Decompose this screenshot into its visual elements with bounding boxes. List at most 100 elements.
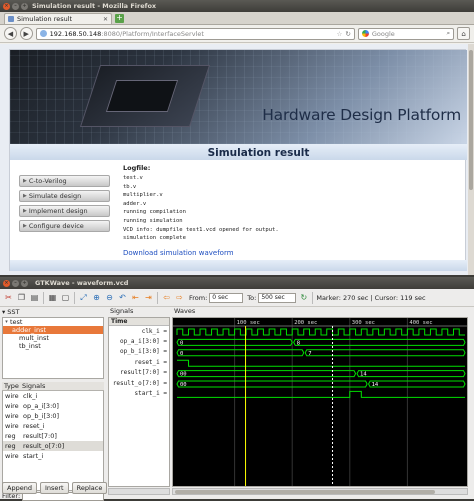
- log-line: running compilation: [123, 209, 186, 216]
- waveform-svg[interactable]: 100 sec 200 sec 300 sec 400 sec 0 8 0 7 00 14 00 14: [173, 318, 468, 487]
- signal-row-reset[interactable]: reset_i =: [109, 357, 169, 367]
- waveform-canvas[interactable]: 100 sec 200 sec 300 sec 400 sec 0 8 0 7 00 14 00 14: [172, 317, 468, 487]
- signal-names-box: Time clk_i = op_a_i[3:0] = op_b_i[3:0] =…: [108, 317, 170, 487]
- search-icon[interactable]: ⌕: [447, 29, 451, 38]
- home-button[interactable]: ⌂: [457, 27, 470, 40]
- list-item[interactable]: wire op_b_i[3:0]: [3, 411, 103, 421]
- cut-icon[interactable]: ✂: [3, 292, 14, 303]
- signals-hscrollbar[interactable]: [108, 488, 170, 495]
- firefox-window: × – + Simulation result - Mozilla Firefo…: [0, 0, 474, 275]
- waves-hscrollbar[interactable]: [172, 488, 468, 495]
- page-scrollbar[interactable]: [468, 44, 474, 275]
- to-input[interactable]: 500 sec: [258, 292, 297, 303]
- zoom-out-icon[interactable]: ⊖: [104, 292, 115, 303]
- tree-item-label: test: [10, 318, 23, 326]
- tab-close-icon[interactable]: ✕: [103, 16, 108, 23]
- page-left-icon[interactable]: ⇦: [161, 292, 172, 303]
- list-item[interactable]: reg result[7:0]: [3, 431, 103, 441]
- chip-graphic: [79, 65, 211, 127]
- tree-item-tb-inst[interactable]: tb_inst: [3, 342, 103, 350]
- signal-name: reset_i: [23, 422, 45, 430]
- log-line: running simulation: [123, 217, 183, 224]
- list-item[interactable]: wire op_a_i[3:0]: [3, 401, 103, 411]
- result-bus-segment: [356, 370, 466, 378]
- tab-simulation-result[interactable]: Simulation result ✕: [4, 13, 112, 24]
- tree-item-adder-inst[interactable]: adder_inst: [3, 326, 103, 334]
- tree-item-label: tb_inst: [19, 342, 41, 350]
- from-input[interactable]: 0 sec: [209, 292, 244, 303]
- insert-button[interactable]: Insert: [39, 482, 69, 494]
- page-right-icon[interactable]: ⇨: [174, 292, 185, 303]
- close-window-button[interactable]: ×: [3, 2, 10, 10]
- search-bar[interactable]: Google ⌕: [357, 27, 455, 40]
- zoom-in-icon[interactable]: ⊕: [91, 292, 102, 303]
- sst-header[interactable]: ▾ SST: [2, 307, 104, 316]
- list-item[interactable]: wire start_i: [3, 451, 103, 461]
- signal-row-start[interactable]: start_i =: [109, 388, 169, 398]
- tree-item-test[interactable]: ▾ test: [3, 318, 103, 326]
- page-icon: [8, 16, 14, 22]
- signal-row-op-a[interactable]: op_a_i[3:0] =: [109, 336, 169, 346]
- minimize-window-button[interactable]: –: [12, 2, 19, 10]
- banner-title: Hardware Design Platform: [262, 106, 461, 124]
- footer-bar: [10, 260, 467, 271]
- zoom-left-icon[interactable]: ⇤: [130, 292, 141, 303]
- new-tab-button[interactable]: +: [115, 14, 124, 23]
- download-waveform-link[interactable]: Download simulation waveform: [123, 249, 453, 257]
- zoom-undo-icon[interactable]: ↶: [117, 292, 128, 303]
- expander-icon[interactable]: ▾: [3, 319, 10, 325]
- sst-label: SST: [7, 307, 20, 316]
- paste-icon[interactable]: ▤: [29, 292, 40, 303]
- maximize-window-button[interactable]: +: [21, 2, 28, 10]
- close-window-button[interactable]: ×: [3, 279, 10, 287]
- window-controls: × – +: [3, 279, 28, 287]
- cursor-readout: Cursor: 119 sec: [374, 293, 426, 302]
- page-container: Hardware Design Platform Simulation resu…: [9, 49, 467, 271]
- signal-name: start_i: [23, 452, 44, 460]
- op-b-bus-value-label: 0: [180, 351, 183, 357]
- signal-row-result-o[interactable]: result_o[7:0] =: [109, 378, 169, 388]
- signal-name: clk_i: [23, 392, 38, 400]
- zoom-right-icon[interactable]: ⇥: [143, 292, 154, 303]
- maximize-window-button[interactable]: +: [21, 279, 28, 287]
- clk-wave: [176, 328, 465, 336]
- menu-item-c-to-verilog[interactable]: ▶ C-to-Verilog: [19, 175, 110, 187]
- list-item[interactable]: wire clk_i: [3, 391, 103, 401]
- sst-pane: ▾ SST ▾ test adder_inst mult_inst tb_inst …: [2, 307, 104, 501]
- list-item[interactable]: reg result_o[7:0]: [3, 441, 103, 451]
- log-line: test.v: [123, 175, 143, 181]
- menu-item-simulate-design[interactable]: ▶ Simulate design: [19, 190, 110, 202]
- firefox-window-title: Simulation result - Mozilla Firefox: [32, 2, 157, 10]
- forward-button[interactable]: ▶: [19, 27, 33, 40]
- from-label: From:: [189, 293, 208, 302]
- replace-button[interactable]: Replace: [71, 482, 108, 494]
- scrollbar-thumb[interactable]: [469, 50, 473, 190]
- select-all-icon[interactable]: ▦: [47, 292, 58, 303]
- minimize-window-button[interactable]: –: [12, 279, 19, 287]
- tree-item-mult-inst[interactable]: mult_inst: [3, 334, 103, 342]
- separator: [43, 291, 44, 304]
- tab-label: Simulation result: [17, 15, 73, 23]
- menu-item-implement-design[interactable]: ▶ Implement design: [19, 205, 110, 217]
- back-button[interactable]: ◀: [4, 27, 17, 40]
- select-none-icon[interactable]: ▢: [60, 292, 71, 303]
- append-button[interactable]: Append: [2, 482, 37, 494]
- zoom-fit-icon[interactable]: ⤢: [78, 292, 89, 303]
- type-column-header[interactable]: Type: [2, 382, 22, 390]
- url-bar[interactable]: 192.168.50.148:8080/Platform/InterfaceSe…: [35, 27, 355, 40]
- op-a-bus-value-label: 0: [180, 340, 183, 346]
- signal-row-clk[interactable]: clk_i =: [109, 326, 169, 336]
- reload-icon[interactable]: ↻: [298, 292, 309, 303]
- signal-row-result[interactable]: result[7:0] =: [109, 368, 169, 378]
- result-o-bus-segment: [368, 380, 466, 388]
- menu-item-configure-device[interactable]: ▶ Configure device: [19, 220, 110, 232]
- bookmark-star-icon[interactable]: ☆: [337, 30, 343, 38]
- list-item[interactable]: wire reset_i: [3, 421, 103, 431]
- log-line: VCD info: dumpfile test1.vcd opened for …: [123, 226, 279, 233]
- signal-row-op-b[interactable]: op_b_i[3:0] =: [109, 347, 169, 357]
- search-placeholder: Google: [371, 29, 395, 38]
- copy-icon[interactable]: ❐: [16, 292, 27, 303]
- reload-icon[interactable]: ↻: [345, 30, 350, 38]
- signals-column-header[interactable]: Signals: [22, 382, 45, 390]
- scrollbar-thumb[interactable]: [175, 490, 435, 494]
